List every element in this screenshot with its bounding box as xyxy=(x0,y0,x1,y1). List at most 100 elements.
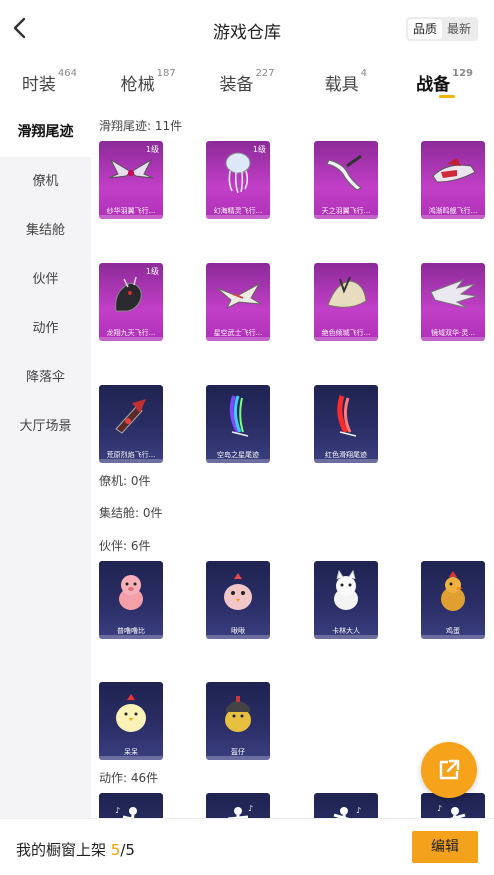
item-card[interactable]: 普噜噜比 xyxy=(99,561,163,639)
showcase-total: /5 xyxy=(120,841,135,859)
tab-label: 装备 xyxy=(219,75,254,95)
tab-fashion[interactable]: 时装464 xyxy=(0,58,99,108)
dance-figure-icon: ♪ xyxy=(210,799,266,818)
svg-text:♪: ♪ xyxy=(437,804,442,813)
helmet-chick-icon xyxy=(210,688,266,738)
chick-pet-icon xyxy=(210,567,266,617)
item-name: 啾啾 xyxy=(231,627,245,635)
item-card[interactable]: ♪ xyxy=(314,793,378,818)
tab-battle-gear[interactable]: 战备129 xyxy=(395,58,494,108)
blade-wing-icon xyxy=(425,269,481,319)
item-card[interactable]: 镜域双华·灵... xyxy=(421,263,485,341)
item-level: 1级 xyxy=(145,145,159,154)
fan-wing-icon xyxy=(318,269,374,319)
rooster-pet-icon xyxy=(425,567,481,617)
edit-button[interactable]: 编辑 xyxy=(412,831,478,863)
sort-newest-button[interactable]: 最新 xyxy=(442,19,476,39)
sidebar-item-glide-trail[interactable]: 滑翔尾迹 xyxy=(0,108,91,157)
tab-count: 187 xyxy=(156,68,176,79)
section-title-emote: 动作: 46件 xyxy=(99,771,159,785)
category-tabs: 时装464 枪械187 装备227 载具4 战备129 xyxy=(0,58,494,108)
section-title-companion: 伙伴: 6件 xyxy=(99,539,151,553)
external-link-icon xyxy=(439,759,460,780)
feather-wing-icon xyxy=(318,147,374,197)
section-title-wingman: 僚机: 0件 xyxy=(99,474,151,488)
dance-figure-icon: ♪ xyxy=(103,799,159,818)
item-name: 红色滑翔尾迹 xyxy=(325,451,367,459)
sidebar-item-emote[interactable]: 动作 xyxy=(0,304,91,353)
item-card[interactable]: 绝色倾城飞行... xyxy=(314,263,378,341)
showcase-label: 我的橱窗上架 5/5 xyxy=(16,839,135,860)
section-title-pod: 集结舱: 0件 xyxy=(99,506,163,520)
item-card[interactable]: ♪ xyxy=(99,793,163,818)
sidebar-item-parachute[interactable]: 降落伞 xyxy=(0,353,91,402)
item-card[interactable]: 星空武士飞行... xyxy=(206,263,270,341)
item-name: 镜域双华·灵... xyxy=(431,329,475,337)
flame-wing-icon xyxy=(103,391,159,441)
item-card[interactable]: 盔仔 xyxy=(206,682,270,760)
red-trail-icon xyxy=(318,391,374,441)
sidebar: 滑翔尾迹 僚机 集结舱 伙伴 动作 降落伞 大厅场景 xyxy=(0,108,91,818)
tab-label: 时装 xyxy=(21,75,56,95)
tab-count: 464 xyxy=(57,68,77,79)
svg-text:♪: ♪ xyxy=(248,804,253,813)
tab-count: 129 xyxy=(452,68,474,79)
item-grid: 滑翔尾迹: 11件 1级 纱华羽翼飞行... 1级 幻海精灵飞行... 天之羽翼… xyxy=(91,108,494,818)
item-card[interactable]: 呆呆 xyxy=(99,682,163,760)
item-name: 星空武士飞行... xyxy=(213,329,263,337)
tab-label: 战备 xyxy=(416,75,451,95)
item-card[interactable]: ♪ xyxy=(206,793,270,818)
sort-toggle: 品质 最新 xyxy=(405,17,478,41)
sidebar-item-lobby-scene[interactable]: 大厅场景 xyxy=(0,402,91,451)
item-name: 天之羽翼飞行... xyxy=(321,207,371,215)
header: 游戏仓库 品质 最新 xyxy=(0,0,494,58)
tab-equipment[interactable]: 装备227 xyxy=(198,58,297,108)
item-name: 龙翔九天飞行... xyxy=(106,329,156,337)
item-name: 绝色倾城飞行... xyxy=(321,329,371,337)
item-card[interactable]: 1级 幻海精灵飞行... xyxy=(206,141,270,219)
item-name: 鸿渐鸣舰飞行... xyxy=(428,207,478,215)
item-name: 空岛之星尾迹 xyxy=(217,451,259,459)
dance-figure-icon: ♪ xyxy=(318,799,374,818)
item-card[interactable]: 卡林大人 xyxy=(314,561,378,639)
item-card[interactable]: 鸡蛋 xyxy=(421,561,485,639)
section-title-trail: 滑翔尾迹: 11件 xyxy=(99,119,183,133)
cat-pet-icon xyxy=(318,567,374,617)
item-level: 1级 xyxy=(252,145,266,154)
tab-label: 载具 xyxy=(324,75,359,95)
showcase-bar: 我的橱窗上架 5/5 编辑 xyxy=(0,818,494,875)
ship-icon xyxy=(425,147,481,197)
item-card[interactable]: 1级 纱华羽翼飞行... xyxy=(99,141,163,219)
item-card[interactable]: 啾啾 xyxy=(206,561,270,639)
sidebar-item-pod[interactable]: 集结舱 xyxy=(0,206,91,255)
item-name: 呆呆 xyxy=(124,748,138,756)
tab-count: 4 xyxy=(360,68,367,79)
tab-vehicles[interactable]: 载具4 xyxy=(296,58,395,108)
item-name: 卡林大人 xyxy=(332,627,360,635)
tab-firearms[interactable]: 枪械187 xyxy=(99,58,198,108)
samurai-wing-icon xyxy=(210,269,266,319)
item-name: 荒原烈焰飞行... xyxy=(106,451,156,459)
sort-quality-button[interactable]: 品质 xyxy=(407,19,442,39)
item-card[interactable]: 红色滑翔尾迹 xyxy=(314,385,378,463)
tab-label: 枪械 xyxy=(120,75,155,95)
svg-text:♪: ♪ xyxy=(115,806,120,815)
item-card[interactable]: 空岛之星尾迹 xyxy=(206,385,270,463)
item-name: 盔仔 xyxy=(231,748,245,756)
showcase-current: 5 xyxy=(110,841,121,859)
sidebar-item-companion[interactable]: 伙伴 xyxy=(0,255,91,304)
item-name: 普噜噜比 xyxy=(117,627,145,635)
item-name: 鸡蛋 xyxy=(446,627,460,635)
item-card[interactable]: 天之羽翼飞行... xyxy=(314,141,378,219)
sidebar-item-wingman[interactable]: 僚机 xyxy=(0,157,91,206)
item-card[interactable]: 荒原烈焰飞行... xyxy=(99,385,163,463)
item-card[interactable]: 鸿渐鸣舰飞行... xyxy=(421,141,485,219)
item-name: 纱华羽翼飞行... xyxy=(106,207,156,215)
rainbow-trail-icon xyxy=(210,391,266,441)
svg-text:♪: ♪ xyxy=(356,806,361,815)
item-card[interactable]: 1级 龙翔九天飞行... xyxy=(99,263,163,341)
dance-figure-icon: ♪ xyxy=(425,799,481,818)
share-button[interactable] xyxy=(421,742,477,798)
item-name: 幻海精灵飞行... xyxy=(213,207,263,215)
active-tab-indicator xyxy=(438,95,455,98)
